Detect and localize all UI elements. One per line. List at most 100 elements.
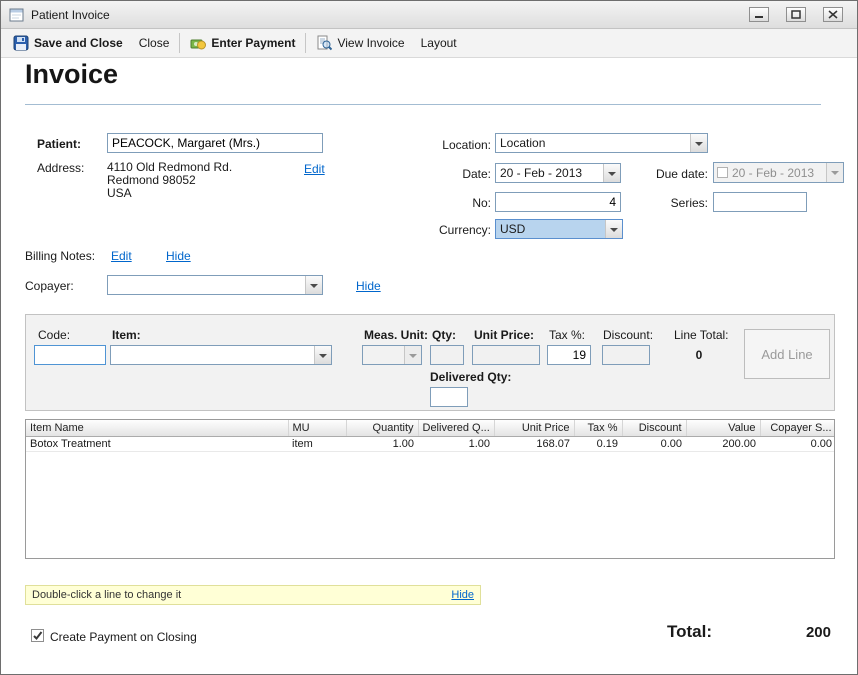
- enter-payment-label: Enter Payment: [211, 36, 295, 50]
- address-label: Address:: [37, 161, 84, 175]
- create-payment-checkbox[interactable]: [31, 629, 44, 642]
- minimize-icon[interactable]: [749, 7, 769, 22]
- view-invoice-icon: [316, 35, 332, 51]
- series-input[interactable]: [713, 192, 807, 212]
- column-header-quantity[interactable]: Quantity: [346, 420, 418, 436]
- copayer-hide-link[interactable]: Hide: [356, 279, 381, 293]
- address-line: USA: [107, 187, 232, 200]
- save-and-close-button[interactable]: Save and Close: [5, 32, 131, 54]
- copayer-value: [108, 276, 305, 294]
- total-label: Total:: [667, 622, 712, 642]
- payment-icon: [190, 35, 206, 51]
- address-edit-link[interactable]: Edit: [304, 162, 325, 176]
- cell-delivered-qty: 1.00: [418, 436, 494, 451]
- cell-value: 200.00: [686, 436, 760, 451]
- invoice-number-input[interactable]: [495, 192, 621, 212]
- discount-label: Discount:: [603, 328, 653, 342]
- unit-price-input[interactable]: [472, 345, 540, 365]
- enter-payment-button[interactable]: Enter Payment: [182, 32, 303, 54]
- address-text: 4110 Old Redmond Rd. Redmond 98052 USA: [107, 161, 232, 200]
- location-label: Location:: [411, 138, 491, 152]
- cell-discount: 0.00: [622, 436, 686, 451]
- due-date-checkbox[interactable]: [717, 167, 728, 178]
- chevron-down-icon: [404, 346, 421, 364]
- hint-bar: Double-click a line to change it Hide: [25, 585, 481, 605]
- add-line-button[interactable]: Add Line: [744, 329, 830, 379]
- patient-invoice-window: Patient Invoice Save and Close Clo: [0, 0, 858, 675]
- chevron-down-icon: [605, 220, 622, 238]
- line-entry-panel: Code: Item: Meas. Unit: Qty: Unit Price:…: [25, 314, 835, 411]
- invoice-number-label: No:: [411, 196, 491, 210]
- cell-copayer-share: 0.00: [760, 436, 835, 451]
- item-value: [111, 346, 314, 364]
- discount-input[interactable]: [602, 345, 650, 365]
- tax-input[interactable]: [547, 345, 591, 365]
- cell-mu: item: [288, 436, 346, 451]
- location-value: Location: [496, 134, 690, 152]
- line-total-label: Line Total:: [674, 328, 729, 342]
- toolbar-separator: [179, 33, 180, 53]
- close-button[interactable]: Close: [131, 33, 178, 53]
- chevron-down-icon: [690, 134, 707, 152]
- delivered-qty-input[interactable]: [430, 387, 468, 407]
- heading-rule: [25, 104, 821, 105]
- cell-tax: 0.19: [574, 436, 622, 451]
- view-invoice-label: View Invoice: [337, 36, 404, 50]
- page-title: Invoice: [25, 59, 118, 90]
- code-label: Code:: [38, 328, 70, 342]
- table-row[interactable]: Botox Treatment item 1.00 1.00 168.07 0.…: [26, 436, 835, 451]
- due-date-picker[interactable]: 20 - Feb - 2013: [713, 162, 844, 183]
- save-icon: [13, 35, 29, 51]
- table-header-row: Item Name MU Quantity Delivered Q... Uni…: [26, 420, 835, 436]
- series-label: Series:: [629, 196, 708, 210]
- patient-label: Patient:: [37, 137, 81, 151]
- tax-label: Tax %:: [549, 328, 585, 342]
- currency-select[interactable]: USD: [495, 219, 623, 239]
- close-icon[interactable]: [823, 7, 843, 22]
- window-controls: [749, 7, 843, 22]
- maximize-icon[interactable]: [786, 7, 806, 22]
- layout-button[interactable]: Layout: [413, 33, 465, 53]
- meas-unit-value: [363, 346, 404, 364]
- cell-quantity: 1.00: [346, 436, 418, 451]
- copayer-label: Copayer:: [25, 279, 74, 293]
- due-date-label: Due date:: [629, 167, 708, 181]
- copayer-select[interactable]: [107, 275, 323, 295]
- qty-input[interactable]: [430, 345, 464, 365]
- patient-input[interactable]: [107, 133, 323, 153]
- column-header-delivered-qty[interactable]: Delivered Q...: [418, 420, 494, 436]
- currency-value: USD: [496, 220, 605, 238]
- view-invoice-button[interactable]: View Invoice: [308, 32, 412, 54]
- meas-unit-label: Meas. Unit:: [364, 328, 428, 342]
- code-input[interactable]: [34, 345, 106, 365]
- close-label: Close: [139, 36, 170, 50]
- column-header-discount[interactable]: Discount: [622, 420, 686, 436]
- column-header-tax[interactable]: Tax %: [574, 420, 622, 436]
- date-picker[interactable]: 20 - Feb - 2013: [495, 163, 621, 183]
- qty-label: Qty:: [432, 328, 456, 342]
- cell-item-name: Botox Treatment: [26, 436, 288, 451]
- create-payment-label: Create Payment on Closing: [50, 630, 197, 644]
- item-select[interactable]: [110, 345, 332, 365]
- chevron-down-icon: [826, 163, 843, 182]
- toolbar: Save and Close Close Enter Payment: [1, 29, 857, 58]
- billing-notes-edit-link[interactable]: Edit: [111, 249, 132, 263]
- window-title: Patient Invoice: [31, 8, 110, 22]
- unit-price-label: Unit Price:: [474, 328, 534, 342]
- date-value: 20 - Feb - 2013: [496, 164, 603, 182]
- column-header-item-name[interactable]: Item Name: [26, 420, 288, 436]
- meas-unit-select[interactable]: [362, 345, 422, 365]
- check-icon: [32, 630, 43, 641]
- column-header-mu[interactable]: MU: [288, 420, 346, 436]
- column-header-value[interactable]: Value: [686, 420, 760, 436]
- column-header-copayer-share[interactable]: Copayer S...: [760, 420, 835, 436]
- hint-hide-link[interactable]: Hide: [451, 589, 474, 601]
- invoice-lines-table: Item Name MU Quantity Delivered Q... Uni…: [25, 419, 835, 559]
- column-header-unit-price[interactable]: Unit Price: [494, 420, 574, 436]
- currency-label: Currency:: [411, 223, 491, 237]
- billing-notes-hide-link[interactable]: Hide: [166, 249, 191, 263]
- add-line-label: Add Line: [761, 347, 812, 362]
- location-select[interactable]: Location: [495, 133, 708, 153]
- due-date-value: 20 - Feb - 2013: [728, 163, 826, 182]
- cell-unit-price: 168.07: [494, 436, 574, 451]
